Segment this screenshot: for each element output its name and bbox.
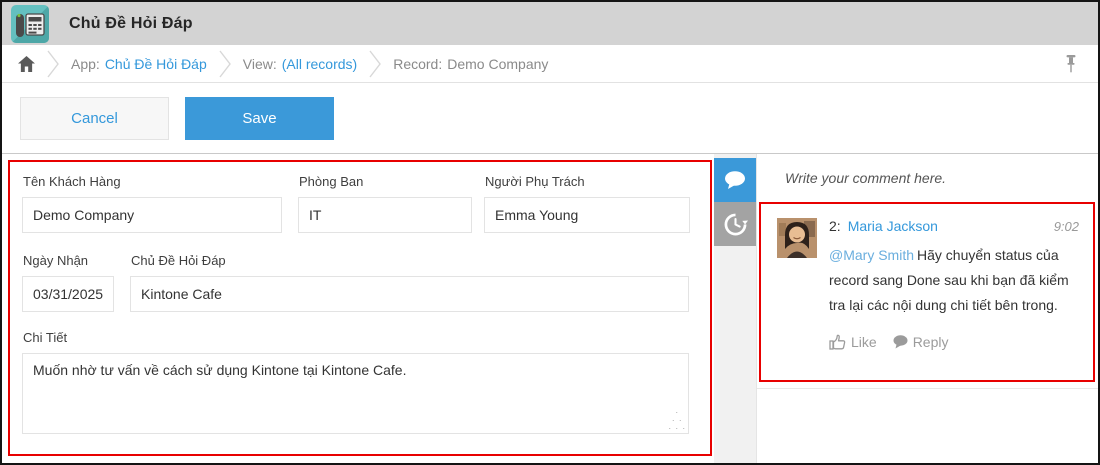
breadcrumb-record-value: Demo Company xyxy=(447,56,548,72)
details-field[interactable]: Muốn nhờ tư vấn về cách sử dụng Kintone … xyxy=(22,353,689,434)
topic-field[interactable] xyxy=(130,276,689,312)
customer-name-field[interactable] xyxy=(22,197,282,233)
comment-number: 2: xyxy=(829,218,841,234)
form-region: Tên Khách Hàng Phòng Ban Người Phụ Trách xyxy=(2,154,714,463)
tab-history[interactable] xyxy=(714,202,756,246)
form-row-1: Tên Khách Hàng Phòng Ban Người Phụ Trách xyxy=(22,174,698,233)
breadcrumb-record-label: Record: xyxy=(393,56,442,72)
breadcrumb-chevron-icon xyxy=(369,50,381,78)
details-label: Chi Tiết xyxy=(23,330,698,345)
received-date-label: Ngày Nhận xyxy=(23,253,114,268)
comment-author-link[interactable]: Maria Jackson xyxy=(848,218,938,234)
customer-name-label: Tên Khách Hàng xyxy=(23,174,282,189)
app-header: Chủ Đề Hỏi Đáp xyxy=(2,2,1098,45)
form-row-3: Chi Tiết Muốn nhờ tư vấn về cách sử dụng… xyxy=(22,330,698,434)
reply-label: Reply xyxy=(913,334,949,350)
reply-bubble-icon xyxy=(893,335,908,349)
topic-label: Chủ Đề Hỏi Đáp xyxy=(131,253,689,268)
like-button[interactable]: Like xyxy=(829,334,877,350)
pin-icon[interactable] xyxy=(1060,50,1082,78)
cancel-button[interactable]: Cancel xyxy=(20,97,169,140)
breadcrumb-view-link[interactable]: (All records) xyxy=(282,56,357,72)
comment-annotation-box: 2: Maria Jackson 9:02 @Mary SmithHãy chu… xyxy=(759,202,1095,382)
record-edit-main: Tên Khách Hàng Phòng Ban Người Phụ Trách xyxy=(2,154,1098,463)
comment-content: 2: Maria Jackson 9:02 @Mary SmithHãy chu… xyxy=(829,218,1079,366)
side-tab-strip xyxy=(714,154,756,463)
app-window: Chủ Đề Hỏi Đáp App: Chủ Đề Hỏi Đáp View:… xyxy=(0,0,1100,465)
breadcrumb: App: Chủ Đề Hỏi Đáp View: (All records) … xyxy=(2,45,1098,83)
form-row-2: Ngày Nhận Chủ Đề Hỏi Đáp xyxy=(22,253,698,312)
tab-comments[interactable] xyxy=(714,158,756,202)
breadcrumb-chevron-icon xyxy=(47,50,59,78)
avatar xyxy=(777,218,817,258)
fax-machine-icon xyxy=(11,5,49,43)
comment-panel: Write your comment here. xyxy=(756,154,1098,463)
breadcrumb-chevron-icon xyxy=(219,50,231,78)
record-toolbar: Cancel Save xyxy=(2,83,1098,154)
breadcrumb-app-link[interactable]: Chủ Đề Hỏi Đáp xyxy=(105,56,207,72)
comment-bubble-icon xyxy=(724,170,746,190)
comment-input-placeholder: Write your comment here. xyxy=(785,170,946,186)
comment-timestamp: 9:02 xyxy=(1054,219,1079,234)
received-date-field[interactable] xyxy=(22,276,114,312)
department-field[interactable] xyxy=(298,197,472,233)
breadcrumb-view-label: View: xyxy=(243,56,277,72)
home-icon[interactable] xyxy=(18,56,35,72)
save-button[interactable]: Save xyxy=(185,97,334,140)
like-label: Like xyxy=(851,334,877,350)
record-form-annotation-box: Tên Khách Hàng Phòng Ban Người Phụ Trách xyxy=(8,160,712,456)
reply-button[interactable]: Reply xyxy=(893,334,949,350)
thumbs-up-icon xyxy=(829,334,846,350)
breadcrumb-app-label: App: xyxy=(71,56,100,72)
history-icon xyxy=(723,212,748,237)
department-label: Phòng Ban xyxy=(299,174,472,189)
comment-divider xyxy=(757,388,1098,389)
mention-link[interactable]: @Mary Smith xyxy=(829,247,914,263)
assignee-field[interactable] xyxy=(484,197,690,233)
page-title: Chủ Đề Hỏi Đáp xyxy=(69,15,193,33)
comment-input[interactable]: Write your comment here. xyxy=(757,154,1098,202)
assignee-label: Người Phụ Trách xyxy=(485,174,690,189)
comment-body: @Mary SmithHãy chuyển status của record … xyxy=(829,243,1079,318)
